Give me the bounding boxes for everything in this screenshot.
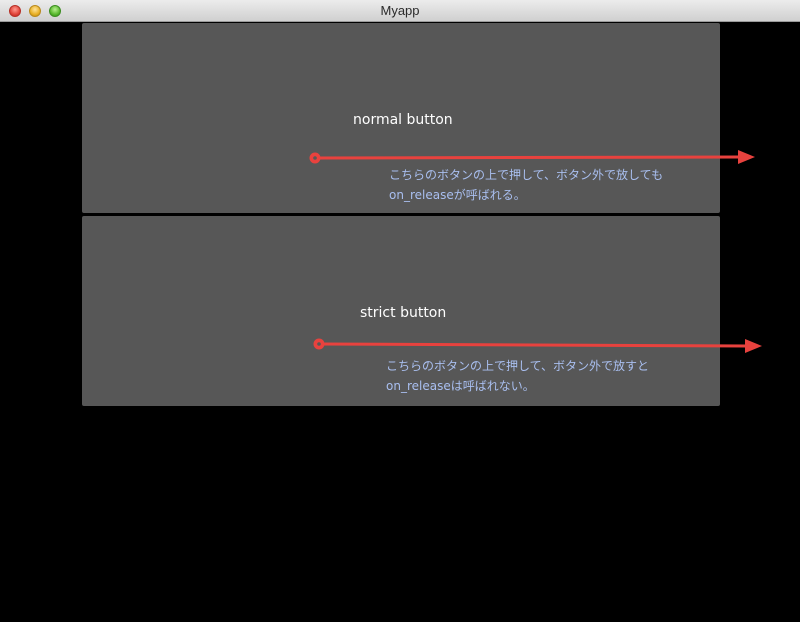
app-window: Myapp normal button strict button こちらのボタ… xyxy=(0,0,800,622)
normal-button-note: こちらのボタンの上で押して、ボタン外で放しても on_releaseが呼ばれる。 xyxy=(389,165,663,205)
normal-note-line1: こちらのボタンの上で押して、ボタン外で放しても xyxy=(389,168,664,182)
strict-note-line2: on_releaseは呼ばれない。 xyxy=(386,379,535,393)
strict-note-line1: こちらのボタンの上で押して、ボタン外で放すと xyxy=(386,359,650,373)
strict-button-label: strict button xyxy=(360,305,447,321)
title-bar[interactable]: Myapp xyxy=(0,0,800,22)
window-title: Myapp xyxy=(380,3,420,18)
normal-note-line2: on_releaseが呼ばれる。 xyxy=(389,188,526,202)
strict-button-note: こちらのボタンの上で押して、ボタン外で放すと on_releaseは呼ばれない。 xyxy=(386,356,649,396)
normal-button-label: normal button xyxy=(353,112,453,128)
